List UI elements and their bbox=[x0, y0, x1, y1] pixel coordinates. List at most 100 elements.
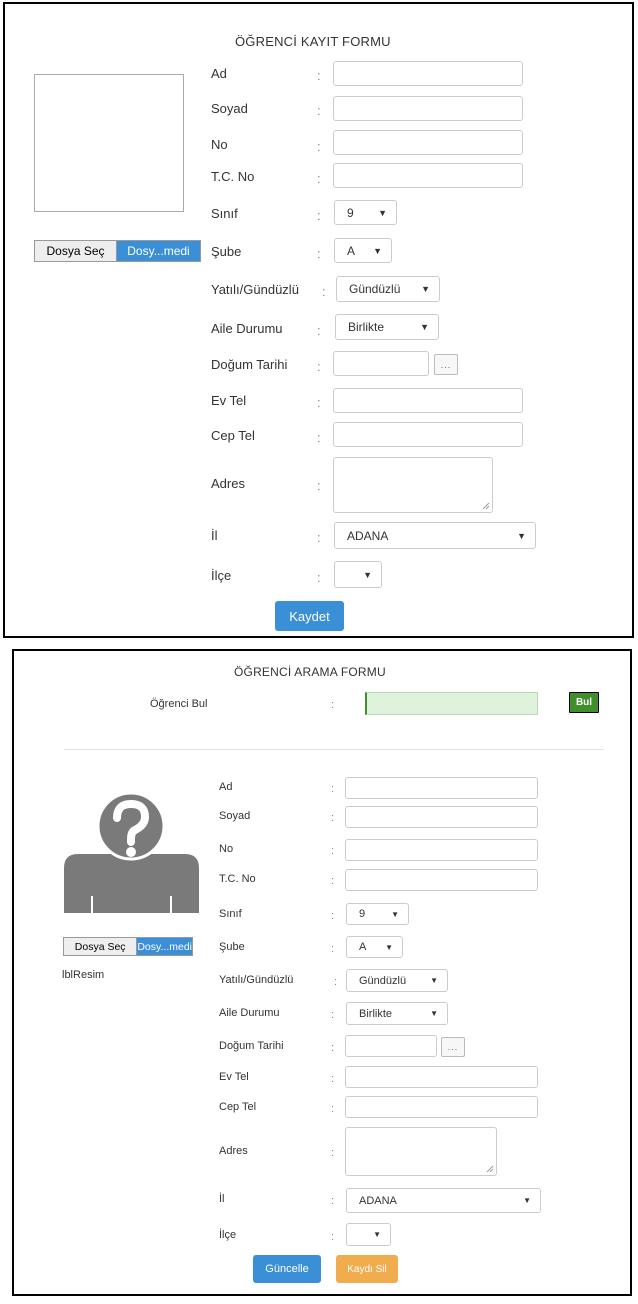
colon: : bbox=[317, 570, 321, 585]
file-choose-button[interactable]: Dosya Seç bbox=[35, 241, 117, 261]
colon: : bbox=[331, 845, 335, 857]
date-picker-button[interactable]: ... bbox=[441, 1037, 465, 1057]
label-ad: Ad bbox=[219, 781, 233, 793]
colon: : bbox=[331, 1103, 335, 1115]
yatili-select[interactable]: Gündüzlü ▼ bbox=[346, 969, 448, 992]
colon: : bbox=[331, 1147, 335, 1159]
label-aile: Aile Durumu bbox=[219, 1007, 280, 1019]
no-input[interactable] bbox=[333, 130, 523, 155]
colon: : bbox=[317, 246, 321, 261]
colon: : bbox=[317, 478, 321, 493]
chevron-down-icon: ▼ bbox=[421, 284, 430, 294]
photo-box bbox=[34, 74, 184, 212]
divider bbox=[64, 749, 604, 750]
no-input[interactable] bbox=[345, 839, 538, 861]
evtel-input[interactable] bbox=[333, 388, 523, 413]
search-input[interactable] bbox=[365, 692, 538, 715]
colon: : bbox=[317, 430, 321, 445]
colon: : bbox=[331, 1042, 335, 1054]
form-title: ÖĞRENCİ KAYIT FORMU bbox=[235, 34, 391, 49]
soyad-input[interactable] bbox=[333, 96, 523, 121]
search-form-panel: ÖĞRENCİ ARAMA FORMU Öğrenci Bul : Bul Do… bbox=[12, 649, 632, 1296]
colon: : bbox=[331, 875, 335, 887]
il-select[interactable]: ADANA ▼ bbox=[334, 522, 536, 549]
chevron-down-icon: ▼ bbox=[391, 909, 399, 919]
sinif-value: 9 bbox=[359, 908, 366, 920]
colon: : bbox=[317, 208, 321, 223]
label-il: İl bbox=[211, 528, 218, 543]
colon: : bbox=[317, 530, 321, 545]
tcno-input[interactable] bbox=[345, 869, 538, 891]
chevron-down-icon: ▼ bbox=[363, 569, 372, 580]
search-label: Öğrenci Bul bbox=[150, 698, 208, 710]
aile-select[interactable]: Birlikte ▼ bbox=[335, 314, 439, 340]
sube-select[interactable]: A ▼ bbox=[346, 936, 403, 958]
resize-grip-icon[interactable] bbox=[482, 502, 490, 510]
date-picker-button[interactable]: ... bbox=[434, 354, 458, 375]
ad-input[interactable] bbox=[333, 61, 523, 86]
colon: : bbox=[334, 976, 338, 988]
ceptel-input[interactable] bbox=[345, 1096, 538, 1118]
chevron-down-icon: ▼ bbox=[517, 530, 526, 541]
label-sinif: Sınıf bbox=[219, 908, 242, 920]
adres-textarea[interactable] bbox=[333, 457, 493, 513]
unknown-person-icon bbox=[64, 791, 199, 913]
adres-textarea[interactable] bbox=[345, 1127, 497, 1176]
save-button[interactable]: Kaydet bbox=[275, 601, 344, 631]
resize-grip-icon[interactable] bbox=[486, 1165, 494, 1173]
dogum-input[interactable] bbox=[333, 351, 429, 376]
chevron-down-icon: ▼ bbox=[378, 207, 387, 218]
file-upload[interactable]: Dosya Seç Dosy...medi bbox=[63, 937, 193, 956]
label-soyad: Soyad bbox=[219, 810, 251, 822]
chevron-down-icon: ▼ bbox=[523, 1196, 531, 1205]
colon: : bbox=[331, 1231, 335, 1243]
sinif-value: 9 bbox=[347, 205, 354, 220]
colon: : bbox=[331, 910, 335, 922]
yatili-select[interactable]: Gündüzlü ▼ bbox=[336, 276, 440, 302]
il-value: ADANA bbox=[359, 1194, 397, 1207]
ad-input[interactable] bbox=[345, 777, 538, 799]
label-tcno: T.C. No bbox=[219, 873, 256, 885]
ilce-select[interactable]: ▼ bbox=[334, 561, 382, 588]
file-name: Dosy...medi bbox=[137, 938, 192, 955]
aile-select[interactable]: Birlikte ▼ bbox=[346, 1002, 448, 1025]
avatar bbox=[64, 791, 199, 913]
colon: : bbox=[331, 699, 335, 711]
label-dogum: Doğum Tarihi bbox=[219, 1040, 284, 1052]
file-choose-button[interactable]: Dosya Seç bbox=[64, 938, 138, 955]
label-aile: Aile Durumu bbox=[211, 321, 283, 336]
label-evtel: Ev Tel bbox=[211, 393, 247, 408]
label-soyad: Soyad bbox=[211, 101, 248, 116]
colon: : bbox=[331, 812, 335, 824]
evtel-input[interactable] bbox=[345, 1066, 538, 1088]
sube-value: A bbox=[359, 941, 367, 953]
label-no: No bbox=[219, 843, 234, 855]
chevron-down-icon: ▼ bbox=[420, 322, 429, 332]
label-ad: Ad bbox=[211, 66, 227, 81]
label-dogum: Doğum Tarihi bbox=[211, 357, 288, 372]
sinif-select[interactable]: 9 ▼ bbox=[346, 903, 409, 925]
label-adres: Adres bbox=[211, 476, 245, 491]
il-select[interactable]: ADANA ▼ bbox=[346, 1188, 541, 1213]
colon: : bbox=[317, 139, 321, 154]
colon: : bbox=[331, 783, 335, 795]
registration-form-panel: ÖĞRENCİ KAYIT FORMU Dosya Seç Dosy...med… bbox=[3, 2, 634, 638]
soyad-input[interactable] bbox=[345, 806, 538, 828]
ceptel-input[interactable] bbox=[333, 422, 523, 447]
chevron-down-icon: ▼ bbox=[373, 245, 382, 256]
delete-record-button[interactable]: Kaydı Sil bbox=[336, 1255, 398, 1283]
update-button[interactable]: Güncelle bbox=[253, 1255, 321, 1283]
ilce-select[interactable]: ▼ bbox=[346, 1223, 391, 1246]
label-adres: Adres bbox=[219, 1145, 248, 1157]
sinif-select[interactable]: 9 ▼ bbox=[334, 200, 397, 225]
sube-select[interactable]: A ▼ bbox=[334, 238, 392, 263]
label-ilce: İlçe bbox=[211, 568, 232, 583]
tcno-input[interactable] bbox=[333, 163, 523, 188]
aile-value: Birlikte bbox=[359, 1007, 393, 1020]
colon: : bbox=[317, 323, 321, 338]
dogum-input[interactable] bbox=[345, 1035, 437, 1057]
search-button[interactable]: Bul bbox=[569, 692, 599, 713]
colon: : bbox=[317, 103, 321, 118]
file-upload[interactable]: Dosya Seç Dosy...medi bbox=[34, 240, 201, 262]
yatili-value: Gündüzlü bbox=[349, 282, 401, 296]
